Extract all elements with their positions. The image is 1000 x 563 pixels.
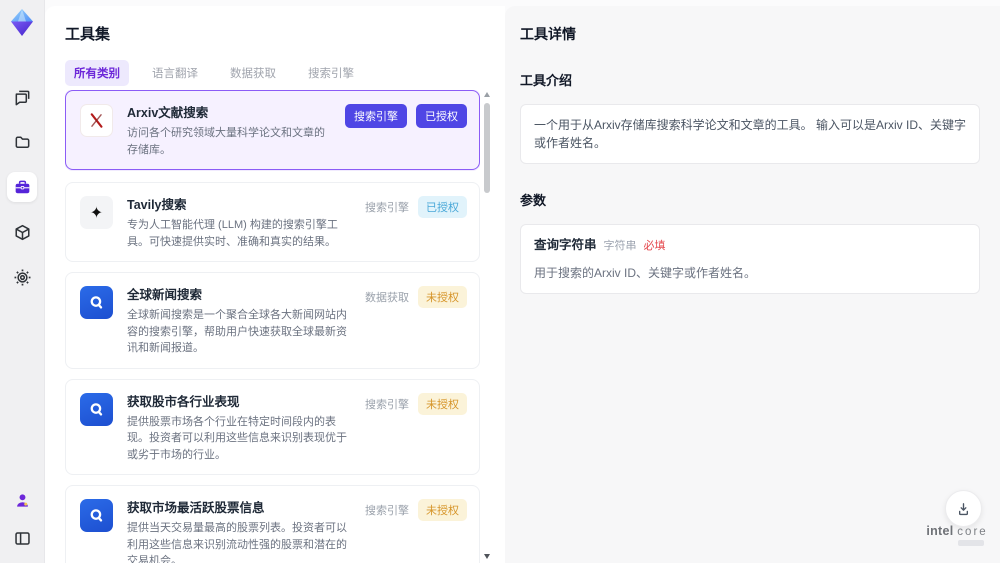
- tool-description: 提供当天交易量最高的股票列表。投资者可以利用这些信息来识别流动性强的股票和潜在的…: [127, 522, 347, 563]
- tab-search-engine[interactable]: 搜索引擎: [299, 60, 363, 86]
- param-name: 查询字符串: [534, 238, 597, 252]
- intel-wordmark: intel: [926, 524, 954, 538]
- cube-icon: [14, 224, 30, 240]
- tool-description: 专为人工智能代理 (LLM) 构建的搜索引擎工具。可快速提供实时、准确和真实的结…: [127, 219, 338, 248]
- search-app-icon: [80, 286, 113, 319]
- tool-card-sector-performance[interactable]: 获取股市各行业表现 提供股票市场各个行业在特定时间段内的表现。投资者可以利用这些…: [65, 378, 480, 475]
- param-type: 字符串: [603, 240, 637, 252]
- category-label: 搜索引擎: [365, 398, 409, 411]
- tab-translation[interactable]: 语言翻译: [143, 60, 207, 86]
- chat-icon: [15, 90, 29, 105]
- tool-name: 全球新闻搜索: [127, 288, 203, 302]
- panel-toggle-icon: [14, 531, 30, 545]
- param-box: 查询字符串 字符串 必填 用于搜索的Arxiv ID、关键字或作者姓名。: [520, 224, 980, 294]
- intro-box: 一个用于从Arxiv存储库搜索科学论文和文章的工具。 输入可以是Arxiv ID…: [520, 104, 980, 164]
- app-logo-icon: [11, 9, 33, 36]
- category-tabs: 所有类别 语言翻译 数据获取 搜索引擎: [65, 60, 505, 86]
- search-app-icon: [80, 392, 113, 426]
- category-label: 搜索引擎: [365, 202, 409, 214]
- category-label: 搜索引擎: [365, 505, 409, 517]
- tool-name: 获取股市各行业表现: [127, 394, 240, 409]
- search-app-icon: [80, 499, 113, 532]
- sidebar-item-settings[interactable]: [7, 262, 37, 292]
- tool-detail-panel: 工具详情 工具介绍 一个用于从Arxiv存储库搜索科学论文和文章的工具。 输入可…: [505, 6, 1000, 563]
- auth-status-chip[interactable]: 未授权: [418, 286, 467, 308]
- sidebar-item-tools[interactable]: [7, 172, 37, 202]
- tool-name: Arxiv文献搜索: [127, 106, 209, 120]
- core-wordmark: core: [957, 526, 988, 538]
- auth-status-chip[interactable]: 已授权: [418, 196, 467, 218]
- tool-card-global-news[interactable]: 全球新闻搜索 全球新闻搜索是一个聚合全球各大新闻网站内容的搜索引擎，帮助用户快速…: [65, 272, 480, 369]
- scroll-up-arrow[interactable]: [484, 92, 490, 97]
- intel-core-sub-badge: [958, 540, 984, 546]
- tool-description: 访问各个研究领域大量科学论文和文章的存储库。: [127, 127, 325, 156]
- auth-status-chip[interactable]: 未授权: [418, 499, 467, 521]
- tool-name: 获取市场最活跃股票信息: [127, 501, 265, 515]
- arxiv-logo-icon: [80, 104, 113, 137]
- tool-name: Tavily搜索: [127, 198, 187, 212]
- tool-card-most-active-stocks[interactable]: 获取市场最活跃股票信息 提供当天交易量最高的股票列表。投资者可以利用这些信息来识…: [65, 485, 480, 563]
- tool-description: 提供股票市场各个行业在特定时间段内的表现。投资者可以利用这些信息来识别表现优于或…: [127, 415, 347, 461]
- sidebar-item-packages[interactable]: [7, 217, 37, 247]
- params-heading: 参数: [520, 193, 547, 208]
- auth-status-chip[interactable]: 未授权: [418, 392, 467, 415]
- download-button[interactable]: [945, 490, 982, 527]
- sidebar-item-chat[interactable]: [7, 82, 37, 112]
- tavily-star-icon: ✦: [80, 196, 113, 229]
- param-required-badge: 必填: [643, 240, 666, 252]
- sidebar: [0, 0, 45, 563]
- tool-list: Arxiv文献搜索 访问各个研究领域大量科学论文和文章的存储库。 搜索引擎 已授…: [65, 90, 480, 563]
- tool-card-arxiv[interactable]: Arxiv文献搜索 访问各个研究领域大量科学论文和文章的存储库。 搜索引擎 已授…: [65, 90, 480, 170]
- scrollbar-thumb[interactable]: [484, 103, 490, 193]
- scroll-down-arrow[interactable]: [484, 554, 490, 559]
- tab-data-fetch[interactable]: 数据获取: [221, 60, 285, 86]
- list-scrollbar[interactable]: [483, 90, 491, 563]
- detail-panel-title: 工具详情: [520, 26, 576, 42]
- folder-icon: [15, 136, 29, 148]
- intel-core-logo: intel core: [922, 524, 992, 538]
- tool-list-panel: 工具集 所有类别 语言翻译 数据获取 搜索引擎 Arxiv文献搜索 访问各个研究…: [45, 6, 505, 563]
- tool-description: 全球新闻搜索是一个聚合全球各大新闻网站内容的搜索引擎，帮助用户快速获取全球最新资…: [127, 309, 347, 354]
- download-icon: [958, 503, 969, 516]
- sidebar-item-files[interactable]: [7, 127, 37, 157]
- sidebar-collapse-toggle[interactable]: [7, 523, 37, 553]
- param-description: 用于搜索的Arxiv ID、关键字或作者姓名。: [534, 265, 757, 280]
- category-chip: 搜索引擎: [345, 104, 407, 128]
- page-title: 工具集: [65, 26, 111, 43]
- tab-all-categories[interactable]: 所有类别: [65, 60, 129, 86]
- intro-heading: 工具介绍: [520, 73, 573, 88]
- user-avatar-icon: [16, 493, 28, 507]
- toolbox-icon: [15, 180, 29, 193]
- category-label: 数据获取: [365, 292, 409, 304]
- auth-status-chip[interactable]: 已授权: [416, 104, 467, 128]
- gear-icon: [14, 269, 30, 285]
- tool-card-tavily[interactable]: ✦ Tavily搜索 专为人工智能代理 (LLM) 构建的搜索引擎工具。可快速提…: [65, 182, 480, 262]
- sidebar-item-account[interactable]: [7, 485, 37, 515]
